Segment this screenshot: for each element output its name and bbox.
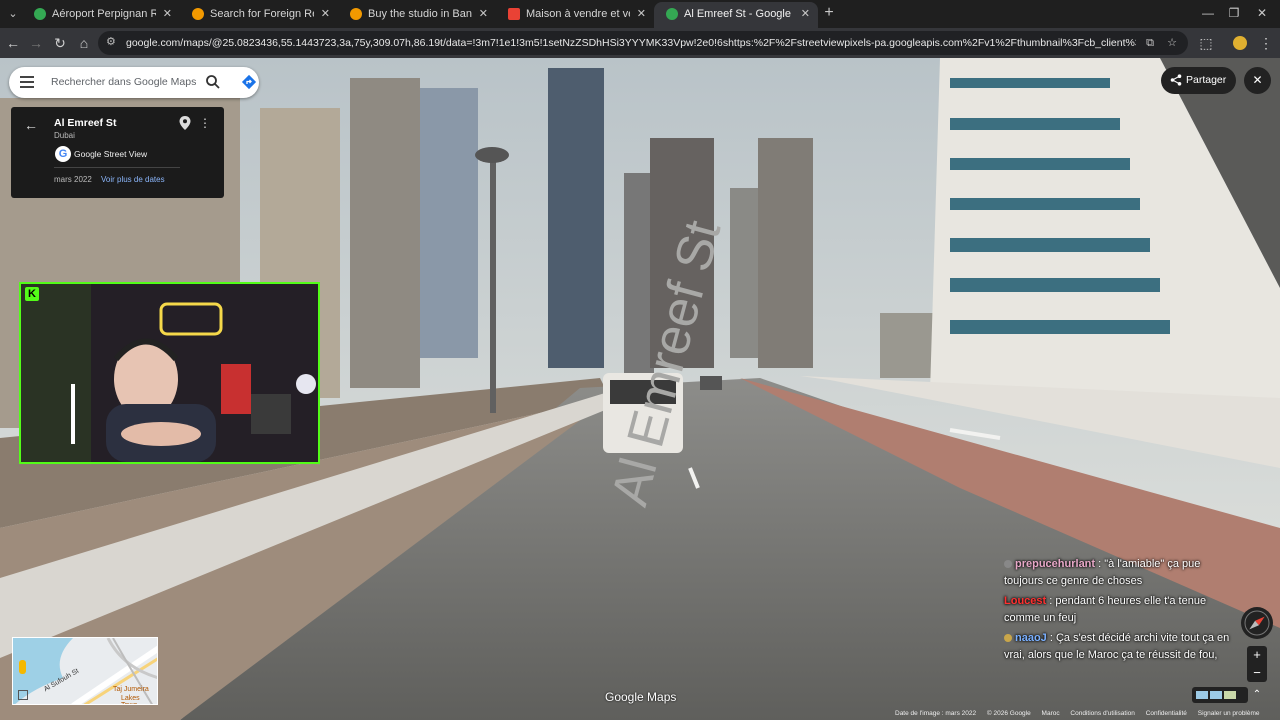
close-street-view-icon[interactable]: ✕ (1244, 67, 1271, 94)
google-logo-icon: G (55, 146, 71, 162)
search-input[interactable]: Rechercher dans Google Maps (51, 67, 196, 98)
tab-close-icon[interactable]: ✕ (637, 2, 646, 26)
thumbnail-icon[interactable] (1224, 691, 1236, 699)
site-info-icon[interactable]: ⚙ (106, 35, 120, 49)
site-favicon-icon (192, 8, 204, 20)
forward-icon[interactable]: → (26, 33, 46, 53)
pegman-icon[interactable] (19, 660, 26, 674)
copyright: © 2026 Google (986, 710, 1031, 717)
more-options-icon[interactable]: ⋮ (199, 116, 211, 130)
menu-kebab-icon[interactable]: ⋮ (1256, 33, 1276, 53)
imagery-thumbnails[interactable] (1192, 687, 1248, 703)
place-title: Al Emreef St (54, 117, 117, 129)
thumbnail-icon[interactable] (1210, 691, 1222, 699)
maps-favicon-icon (666, 8, 678, 20)
chat-username: naaoJ (1015, 632, 1047, 644)
tab-title: Buy the studio in Bangkok, Tha... (368, 8, 472, 20)
profile-avatar-icon[interactable] (1230, 33, 1250, 53)
tab-active[interactable]: Al Emreef St - Google Maps ✕ (654, 2, 818, 28)
tab-close-icon[interactable]: ✕ (479, 2, 488, 26)
tab-title: Aéroport Perpignan Rivesaltes ... (52, 8, 156, 20)
tab-4[interactable]: Maison à vendre et vente appa... ✕ (496, 2, 654, 28)
region-link[interactable]: Maroc (1042, 710, 1060, 717)
chat-username: prepucehurlant (1015, 558, 1096, 570)
tab-1[interactable]: Aéroport Perpignan Rivesaltes ... ✕ (22, 2, 180, 28)
terms-link[interactable]: Conditions d'utilisation (1070, 710, 1134, 717)
tab-2[interactable]: Search for Foreign Real Estate -... ✕ (180, 2, 338, 28)
directions-icon[interactable] (241, 74, 257, 90)
chat-username: Loucest (1004, 595, 1047, 607)
tab-title: Maison à vendre et vente appa... (526, 8, 630, 20)
kick-logo-icon: K (25, 287, 39, 301)
site-favicon-icon (350, 8, 362, 20)
share-button[interactable]: Partager (1161, 67, 1236, 94)
place-info-card: ← Al Emreef St Dubai ⋮ G Google Street V… (11, 107, 224, 198)
url-text[interactable]: google.com/maps/@25.0823436,55.1443723,3… (126, 31, 1136, 55)
chat-badge-icon (1004, 634, 1012, 643)
privacy-link[interactable]: Confidentialité (1146, 710, 1187, 717)
location-pin-icon[interactable] (179, 116, 191, 130)
thumbnail-icon[interactable] (1196, 691, 1208, 699)
maps-footer: Date de l'image : mars 2022 © 2026 Googl… (895, 710, 1280, 720)
maps-search-box[interactable]: Rechercher dans Google Maps (9, 67, 259, 98)
capture-date: mars 2022 (54, 175, 92, 184)
tab-close-icon[interactable]: ✕ (801, 2, 810, 26)
tab-search-icon[interactable]: ⌄ (4, 5, 22, 23)
chat-message: Loucest : pendant 6 heures elle t'a tenu… (1004, 593, 1240, 627)
maps-favicon-icon (34, 8, 46, 20)
chat-message: naaoJ : Ça s'est décidé archi vite tout … (1004, 630, 1240, 664)
back-icon[interactable]: ← (3, 33, 23, 53)
bookmark-star-icon[interactable]: ☆ (1164, 35, 1180, 51)
home-icon[interactable]: ⌂ (74, 33, 94, 53)
window-close-icon[interactable]: ✕ (1252, 4, 1272, 22)
reload-icon[interactable]: ↻ (50, 33, 70, 53)
minimize-icon[interactable]: — (1198, 4, 1218, 22)
tab-strip: ⌄ Aéroport Perpignan Rivesaltes ... ✕ Se… (0, 0, 1280, 28)
site-favicon-icon (508, 8, 520, 20)
expand-chevron-icon[interactable]: ⌃ (1250, 687, 1264, 703)
divider (54, 167, 180, 168)
restore-icon[interactable]: ❐ (1224, 4, 1244, 22)
new-tab-icon[interactable]: + (820, 4, 838, 22)
compass-icon[interactable] (1241, 607, 1273, 639)
tab-close-icon[interactable]: ✕ (163, 2, 172, 26)
browser-toolbar: ← → ↻ ⌂ ⚙ google.com/maps/@25.0823436,55… (0, 28, 1280, 58)
chat-badge-icon (1004, 560, 1012, 569)
address-bar[interactable]: ⚙ google.com/maps/@25.0823436,55.1443723… (98, 31, 1188, 55)
zoom-in-icon[interactable]: + (1247, 646, 1267, 664)
zoom-out-icon[interactable]: − (1247, 664, 1267, 682)
chat-message: prepucehurlant : "à l'amiable" ça pue to… (1004, 556, 1240, 590)
cast-icon[interactable]: ⧉ (1142, 35, 1158, 51)
back-arrow-icon[interactable]: ← (24, 117, 38, 133)
stream-chat: prepucehurlant : "à l'amiable" ça pue to… (1004, 556, 1240, 667)
streamer-webcam: K (19, 282, 320, 464)
compass-needle-icon (1244, 610, 1270, 636)
share-label: Partager (1186, 74, 1227, 86)
report-link[interactable]: Signaler un problème (1198, 710, 1260, 717)
image-date: Date de l'image : mars 2022 (895, 710, 977, 717)
menu-icon[interactable] (20, 74, 34, 88)
tab-title: Al Emreef St - Google Maps (684, 8, 794, 20)
webcam-image (21, 284, 318, 462)
mini-map-poi-label: Taj Jumeira (113, 686, 149, 693)
tab-close-icon[interactable]: ✕ (321, 2, 330, 26)
zoom-controls: + − (1247, 646, 1267, 682)
search-icon[interactable] (205, 74, 221, 90)
street-view-source: Google Street View (74, 149, 148, 159)
more-dates-link[interactable]: Voir plus de dates (101, 175, 165, 184)
place-subtitle: Dubai (54, 131, 75, 140)
extensions-icon[interactable]: ⬚ (1196, 33, 1216, 53)
tab-3[interactable]: Buy the studio in Bangkok, Tha... ✕ (338, 2, 496, 28)
fullscreen-icon[interactable] (18, 690, 28, 700)
mini-map-poi-label: Lakes Towe... (121, 695, 143, 704)
tab-title: Search for Foreign Real Estate -... (210, 8, 314, 20)
share-icon (1170, 74, 1182, 86)
google-maps-logo: Google Maps (605, 690, 677, 704)
mini-map[interactable]: Al Sufouh St Taj Jumeira Lakes Towe... (12, 637, 158, 705)
